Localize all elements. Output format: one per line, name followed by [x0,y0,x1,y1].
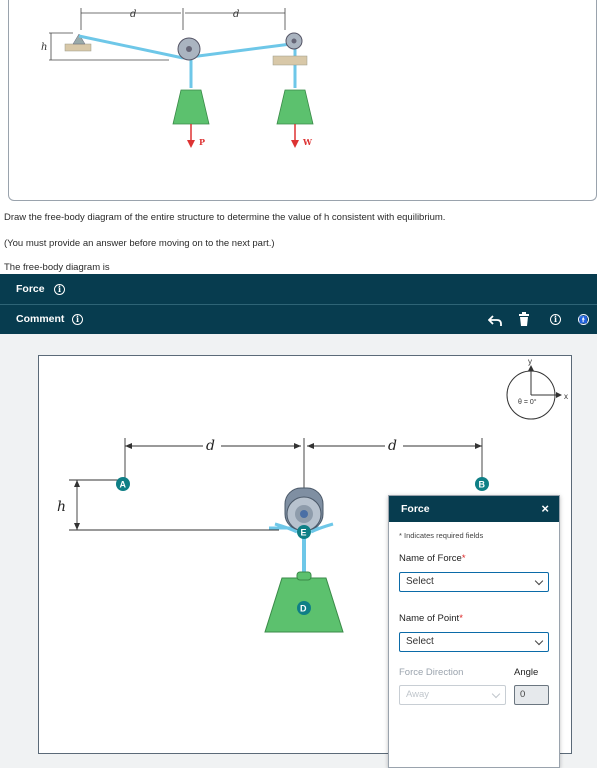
load-p-label: P [199,137,205,147]
point-a-label: A [120,480,127,490]
pulley-figure-svg: d d h P W [41,8,314,148]
required-note: * Indicates required fields [399,531,484,540]
dim-d2-label: d [233,9,239,20]
comment-toolbar: Comment i i 🚹 [0,305,597,334]
name-of-force-select[interactable]: Select [399,572,549,592]
point-b-label: B [479,480,486,490]
dim-h-label: h [41,42,47,53]
force-dialog: Force × * Indicates required fields Name… [388,495,560,768]
weight-p-icon [172,89,210,125]
dim-d1-label: d [206,438,215,454]
load-w-label: W [302,137,313,147]
dim-d2-label: d [388,438,397,454]
required-star: * [461,553,466,564]
force-direction-select[interactable]: Away [399,685,506,705]
comment-info-icon[interactable]: i [72,314,83,325]
fbd-label: The free-body diagram is [4,262,110,273]
force-dialog-title: Force [401,503,430,515]
name-of-force-text: Name of Force [399,553,462,564]
name-of-force-label: Name of Force* [399,553,466,564]
force-info-icon[interactable]: i [54,284,65,295]
axis-y-label: y [528,357,532,366]
instruction-note: (You must provide an answer before movin… [4,238,275,249]
force-dialog-header: Force × [389,496,559,522]
chevron-down-icon [534,636,544,646]
axis-x-label: x [564,392,568,401]
angle-input[interactable]: 0 [514,685,549,705]
force-direction-label: Force Direction [399,667,464,678]
point-e-label: E [301,528,307,538]
required-star: * [459,613,463,624]
force-tool-label[interactable]: Force [16,283,45,295]
comment-tool-label[interactable]: Comment [16,313,64,325]
chevron-down-icon [534,576,544,586]
force-toolbar: Force i [0,274,597,304]
weight-w-icon [276,89,314,125]
point-d-label: D [300,604,307,614]
angle-value: 0 [520,689,526,700]
close-icon[interactable]: × [541,501,549,516]
angle-label: Angle [514,667,539,678]
name-of-point-value: Select [406,636,434,647]
force-direction-value: Away [406,689,430,700]
instruction-main: Draw the free-body diagram of the entire… [4,212,446,223]
name-of-point-select[interactable]: Select [399,632,549,652]
theta-label: θ = 0° [518,398,537,406]
name-of-point-label: Name of Point* [399,613,463,624]
chevron-down-icon [491,689,501,699]
trash-icon[interactable] [518,312,530,326]
undo-icon[interactable] [488,313,502,327]
name-of-point-text: Name of Point [399,613,460,624]
info-icon[interactable]: i [550,314,561,325]
accessibility-icon[interactable]: 🚹 [578,314,589,325]
dim-d1-label: d [130,9,136,20]
problem-figure: d d h P W [8,0,597,201]
dim-h-label: h [57,499,66,515]
name-of-force-value: Select [406,576,434,587]
